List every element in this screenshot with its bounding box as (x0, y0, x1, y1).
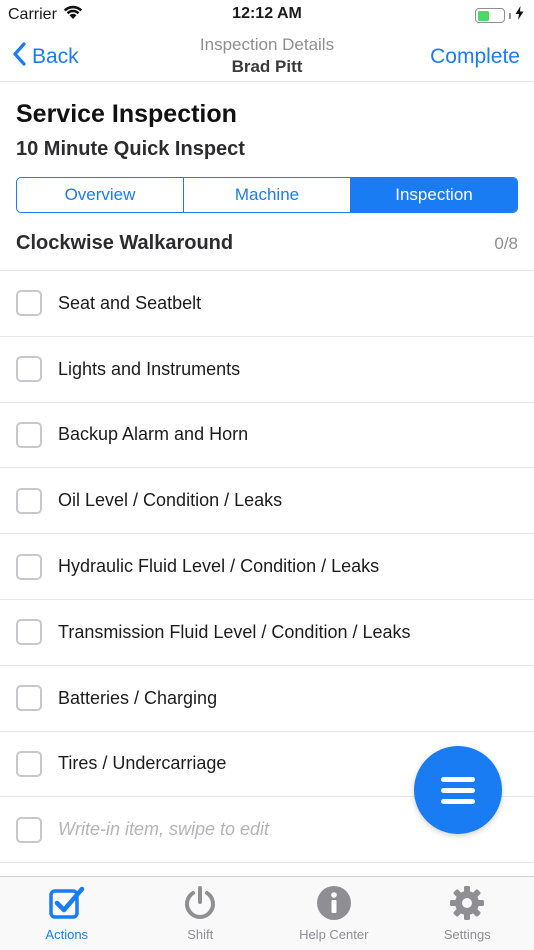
checkbox-check-icon (48, 884, 86, 922)
menu-fab-button[interactable] (414, 746, 502, 834)
checklist-item[interactable]: Backup Alarm and Horn (0, 403, 534, 469)
tab-bar: Actions Shift Help Center Settings (0, 876, 534, 950)
menu-icon (441, 776, 475, 782)
battery-icon (475, 8, 505, 23)
section-count: 0/8 (494, 234, 518, 253)
checklist-item[interactable]: Lights and Instruments (0, 337, 534, 403)
tab-label: Settings (443, 927, 491, 942)
battery-level (477, 10, 489, 21)
checkbox[interactable] (16, 487, 42, 514)
checklist-item-label: Transmission Fluid Level / Condition / L… (58, 621, 411, 642)
checklist-item-label: Batteries / Charging (58, 687, 218, 708)
tab-label: Help Center (299, 927, 369, 942)
gear-icon (448, 884, 486, 922)
tab-help-center[interactable]: Help Center (267, 877, 401, 950)
checklist-item-label: Tires / Undercarriage (58, 753, 227, 774)
complete-button[interactable]: Complete (430, 45, 520, 69)
tab-settings[interactable]: Settings (401, 877, 534, 950)
checkbox[interactable] (16, 290, 42, 317)
write-in-placeholder[interactable]: Write-in item, swipe to edit (58, 819, 269, 840)
checklist-item[interactable]: Batteries / Charging (0, 666, 534, 732)
info-icon (315, 884, 353, 922)
tab-overview[interactable]: Overview (17, 178, 184, 212)
checklist-item-label: Hydraulic Fluid Level / Condition / Leak… (58, 556, 380, 577)
checklist-item-label: Backup Alarm and Horn (58, 424, 249, 445)
status-time: 12:12 AM (232, 5, 302, 22)
checkbox[interactable] (16, 356, 42, 383)
tab-label: Shift (187, 927, 214, 942)
status-bar: Carrier 12:12 AM (0, 0, 534, 30)
checklist-item[interactable]: Seat and Seatbelt (0, 271, 534, 337)
checklist-item-label: Seat and Seatbelt (58, 292, 202, 313)
checklist-item[interactable]: Transmission Fluid Level / Condition / L… (0, 600, 534, 666)
checkbox[interactable] (16, 816, 42, 843)
menu-icon-bar (441, 798, 475, 804)
tab-inspection[interactable]: Inspection (351, 178, 517, 212)
checkbox[interactable] (16, 421, 42, 448)
checkbox[interactable] (16, 685, 42, 712)
checkbox[interactable] (16, 750, 42, 777)
checklist-item-label: Oil Level / Condition / Leaks (58, 490, 283, 511)
navigation-bar: Back Inspection Details Brad Pitt Comple… (0, 30, 534, 82)
checklist-item[interactable]: Oil Level / Condition / Leaks (0, 468, 534, 535)
checklist-item[interactable]: Hydraulic Fluid Level / Condition / Leak… (0, 534, 534, 600)
tab-label: Actions (45, 927, 89, 942)
menu-icon-bar (441, 787, 475, 793)
checkbox[interactable] (16, 619, 42, 646)
page-subtitle: 10 Minute Quick Inspect (16, 138, 245, 160)
power-icon (181, 884, 219, 922)
charging-bolt-icon (515, 6, 524, 25)
battery-cap (509, 12, 511, 19)
section-title: Clockwise Walkaround (16, 232, 234, 254)
segmented-control: Overview Machine Inspection (16, 177, 518, 213)
section-header: Clockwise Walkaround 0/8 (0, 214, 534, 271)
tab-machine[interactable]: Machine (184, 178, 351, 212)
tab-actions[interactable]: Actions (0, 877, 134, 950)
checklist-item-label: Lights and Instruments (58, 358, 241, 379)
tab-shift[interactable]: Shift (134, 877, 268, 950)
status-right (475, 6, 524, 25)
checkbox[interactable] (16, 553, 42, 580)
page-title: Service Inspection (16, 100, 237, 128)
